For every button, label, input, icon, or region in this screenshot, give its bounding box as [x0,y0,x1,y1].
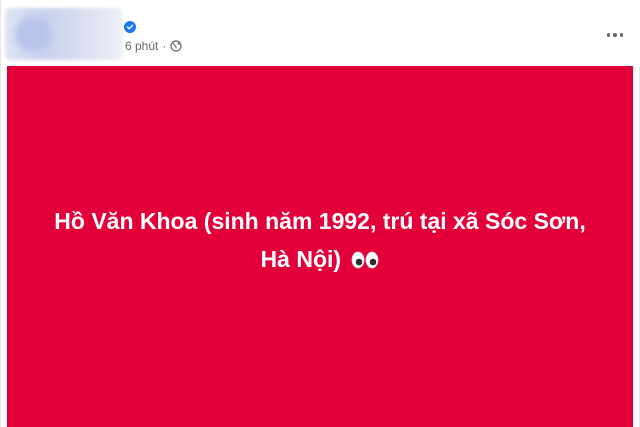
post-header: 6 phút · [1,0,640,66]
eyes-emoji [351,242,379,280]
more-options-dot [613,33,617,37]
more-options-icon [606,33,611,37]
more-options-dot [619,33,624,37]
more-options-button[interactable] [603,26,627,44]
blurred-author-avatar-and-name[interactable] [5,8,123,60]
post-text-block: Hồ Văn Khoa (sinh năm 1992, trú tại xã S… [40,202,600,280]
post-text: Hồ Văn Khoa (sinh năm 1992, trú tại xã S… [54,207,586,272]
post-meta: 6 phút · [125,38,182,54]
post-colored-background[interactable]: Hồ Văn Khoa (sinh năm 1992, trú tại xã S… [7,66,633,427]
meta-separator: · [162,39,167,53]
facebook-post: 6 phút · Hồ Văn Khoa (sinh năm 1992, trú… [0,0,640,427]
post-timestamp[interactable]: 6 phút [125,39,158,53]
globe-icon[interactable] [170,40,182,52]
verified-badge-icon [124,21,136,33]
